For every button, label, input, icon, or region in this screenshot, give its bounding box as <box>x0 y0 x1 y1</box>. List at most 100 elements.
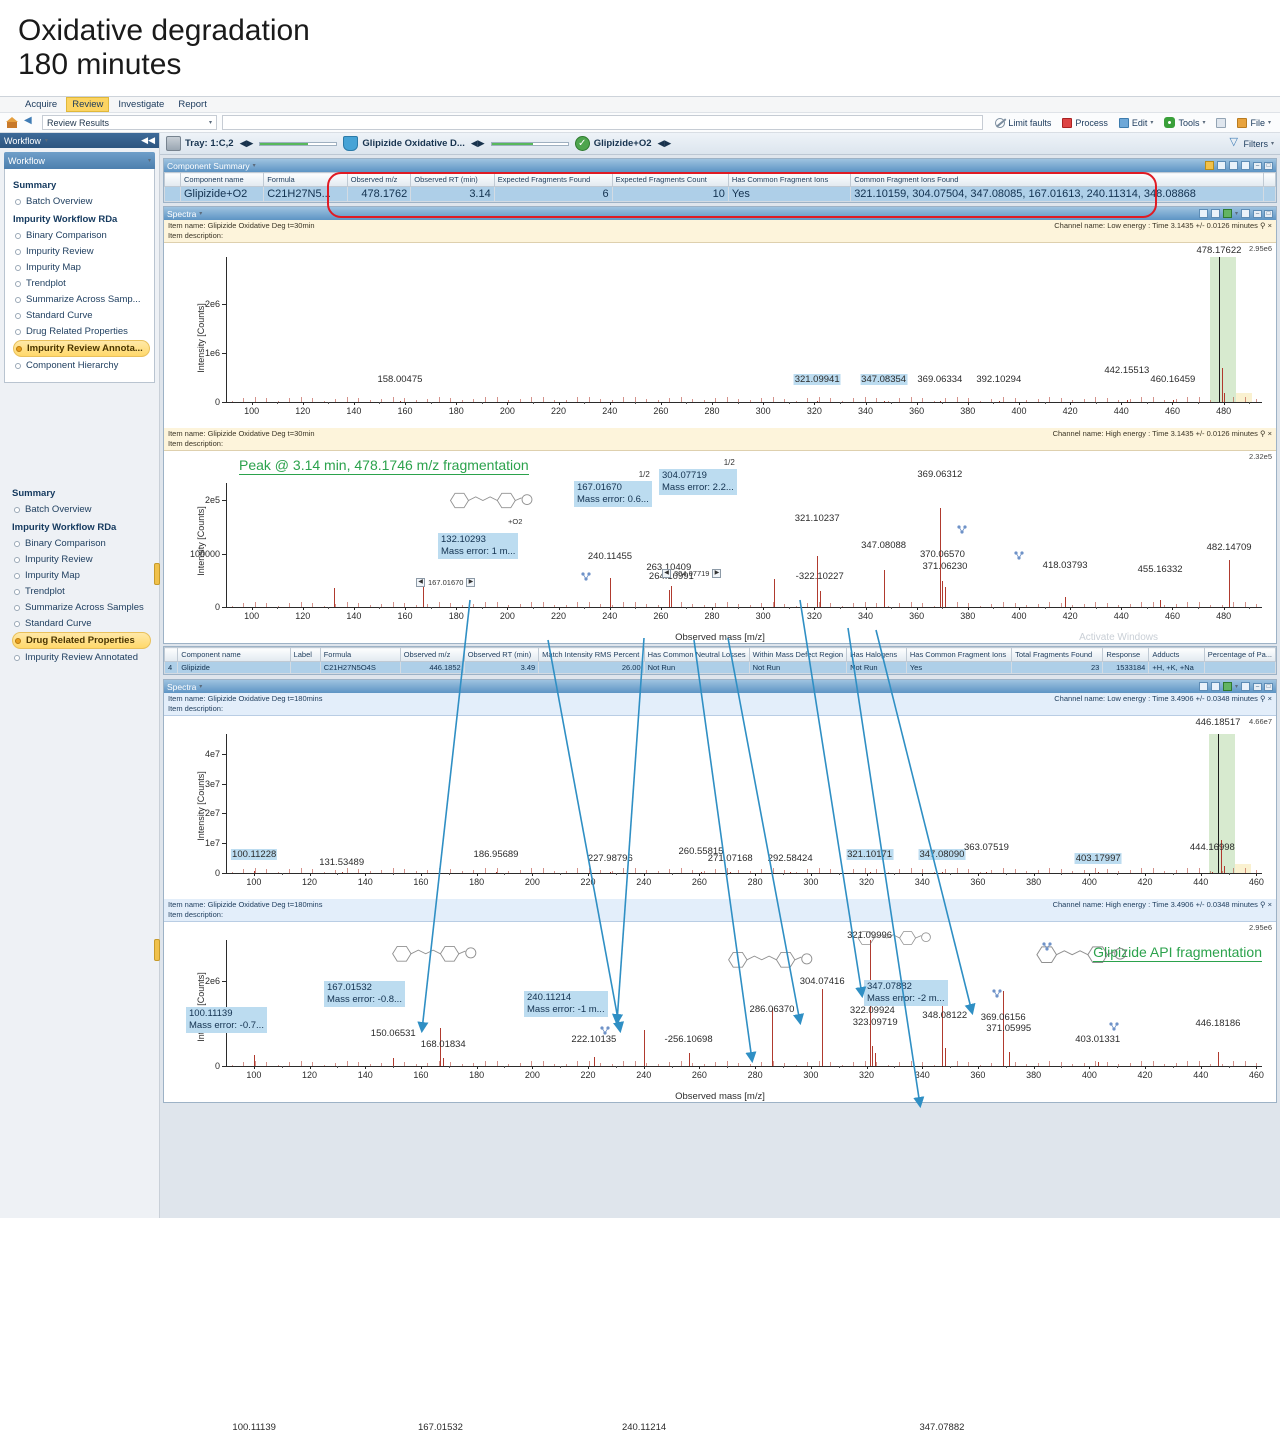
spectrum-peak[interactable] <box>254 870 256 873</box>
spectrum-peak[interactable] <box>998 400 1000 402</box>
chevron-down-icon[interactable]: ▾ <box>199 683 202 690</box>
close-icon[interactable]: × <box>1268 900 1272 909</box>
spectrum-chart-low-energy-180min[interactable]: 4.66e7 Intensity [Counts] 0 1e7 2e7 3e7 4e7 1… <box>164 716 1276 899</box>
copy-button[interactable] <box>1213 117 1229 128</box>
spectrum-peak[interactable] <box>1224 393 1226 402</box>
sidebar2-item-summarize-across-samples[interactable]: Summarize Across Samples <box>12 600 151 615</box>
sidebar2-item-impurity-review-annotated[interactable]: Impurity Review Annotated <box>12 650 151 665</box>
sidebar-item-binary-comparison[interactable]: Binary Comparison <box>13 228 150 243</box>
spectrum-peak[interactable] <box>1218 257 1221 402</box>
spectrum-peak[interactable] <box>822 989 824 1066</box>
col2-percentage[interactable]: Percentage of Pa... <box>1203 647 1277 662</box>
grid-icon[interactable] <box>1229 161 1238 170</box>
close-icon[interactable]: × <box>1268 429 1272 438</box>
info-icon[interactable] <box>1205 161 1214 170</box>
export-icon[interactable] <box>1198 209 1208 218</box>
col2-match-intensity-rms[interactable]: Match Intensity RMS Percent <box>538 647 645 662</box>
table-icon[interactable] <box>1210 682 1220 691</box>
sidebar-item-summarize-across-samples[interactable]: Summarize Across Samp... <box>13 292 150 307</box>
sidebar2-item-batch-overview[interactable]: Batch Overview <box>12 502 151 517</box>
fragment-nav-chip[interactable]: ◀ 304.07719 ▶ <box>662 569 722 578</box>
fragment-annotation-box[interactable]: 347.07882 Mass error: -2 m... <box>864 980 948 1006</box>
spectrum-peak[interactable] <box>1098 871 1100 873</box>
chevron-down-icon[interactable]: ▾ <box>45 137 48 144</box>
spectrum-chart-high-energy-180min[interactable]: 2.95e6 Intensity [Counts] Observed mass … <box>164 922 1276 1433</box>
limit-faults-button[interactable]: Limit faults <box>992 117 1054 128</box>
maximize-icon[interactable]: □ <box>1264 161 1273 170</box>
tray-nav-arrows[interactable]: ◀▶ <box>240 138 254 149</box>
sidebar-item-drug-related-properties[interactable]: Drug Related Properties <box>13 324 150 339</box>
spectrum-peak[interactable] <box>986 871 988 873</box>
row-selector-cell[interactable] <box>164 186 181 202</box>
col-expected-fragments-found[interactable]: Expected Fragments Found <box>493 172 613 187</box>
spectrum-peak[interactable] <box>944 1048 946 1066</box>
spectrum-peak[interactable] <box>817 400 819 402</box>
table-row[interactable]: Glipizide+O2 C21H27N5... 478.1762 3.14 6… <box>164 186 1276 202</box>
spectrum-peak[interactable] <box>1126 400 1128 402</box>
spectrum-peak[interactable] <box>393 1058 395 1066</box>
next-icon[interactable]: ▶ <box>664 138 671 148</box>
col-component-name[interactable]: Component name <box>179 172 265 187</box>
col2-has-common-fragment-ions[interactable]: Has Common Fragment Ions <box>905 647 1013 662</box>
chevron-down-icon[interactable]: ▾ <box>1268 119 1271 126</box>
move-icon[interactable] <box>1241 209 1250 218</box>
menu-item-report[interactable]: Report <box>173 98 212 111</box>
spectrum-peak[interactable] <box>609 577 611 607</box>
col-common-fragment-ions-found[interactable]: Common Fragment Ions Found <box>850 172 1264 187</box>
sidebar2-item-impurity-map[interactable]: Impurity Map <box>12 568 151 583</box>
annotate-icon[interactable] <box>1222 209 1232 218</box>
fragment-annotation-box[interactable]: 167.01532 Mass error: -0.8... <box>324 981 405 1007</box>
row-selector-header[interactable] <box>163 647 179 662</box>
spectrum-peak[interactable] <box>700 871 702 873</box>
path-field[interactable] <box>222 115 984 130</box>
col2-has-common-neutral-losses[interactable]: Has Common Neutral Losses <box>643 647 750 662</box>
spectrum-peak[interactable] <box>333 588 335 607</box>
table-row[interactable]: 4 Glipizide C21H27N5O4S 446.1852 3.49 26… <box>163 661 1277 674</box>
sidebar2-item-binary-comparison[interactable]: Binary Comparison <box>12 536 151 551</box>
menu-item-investigate[interactable]: Investigate <box>113 98 169 111</box>
fragment-nav-chip[interactable]: ◀ 167.01670 ▶ <box>416 578 476 587</box>
spectrum-peak[interactable] <box>399 400 401 402</box>
spectrum-peak[interactable] <box>671 585 673 607</box>
sample-selector[interactable]: Glipizide Oxidative D... <box>343 136 465 151</box>
spectrum-peak[interactable] <box>1221 367 1223 402</box>
breadcrumb[interactable]: Review Results ▾ <box>42 115 217 130</box>
fragment-annotation-box[interactable]: 100.11139 Mass error: -0.7... <box>186 1007 267 1033</box>
prev-icon[interactable]: ◀ <box>240 138 247 148</box>
col-observed-mz[interactable]: Observed m/z <box>346 172 412 187</box>
spectrum-peak[interactable] <box>254 1054 256 1066</box>
menu-item-review[interactable]: Review <box>66 97 110 112</box>
spectrum-chart-low-energy-30min[interactable]: 2.95e6 Intensity [Counts] 0 1e6 2e6 100 120 1… <box>164 243 1276 428</box>
tray-selector[interactable]: Tray: 1:C,2 <box>166 136 234 151</box>
next-icon[interactable]: ▶ <box>478 138 485 148</box>
chevron-down-icon[interactable]: ▾ <box>253 162 256 169</box>
pin-icon[interactable]: ⚲ <box>1260 429 1268 438</box>
close-icon[interactable]: × <box>1268 221 1272 230</box>
col-expected-fragments-count[interactable]: Expected Fragments Count <box>611 172 729 187</box>
sidebar2-item-drug-related-properties[interactable]: Drug Related Properties <box>12 632 151 649</box>
sidebar-item-trendplot[interactable]: Trendplot <box>13 276 150 291</box>
next-icon[interactable]: ▶ <box>466 578 476 587</box>
minimize-icon[interactable]: – <box>1253 682 1262 691</box>
scroll-header[interactable] <box>1263 172 1276 187</box>
fragment-annotation-box[interactable]: 167.01670 Mass error: 0.6... 1/2 <box>574 470 652 507</box>
spectrum-peak[interactable] <box>869 871 871 873</box>
copy-icon[interactable] <box>1241 161 1250 170</box>
file-button[interactable]: File ▾ <box>1234 117 1274 128</box>
back-icon[interactable] <box>24 115 37 129</box>
spectrum-peak[interactable] <box>872 1046 874 1066</box>
menu-item-acquire[interactable]: Acquire <box>20 98 62 111</box>
spectrum-peak[interactable] <box>496 871 498 873</box>
component-selector[interactable]: ✓ Glipizide+O2 <box>574 136 652 151</box>
sidebar-item-batch-overview[interactable]: Batch Overview <box>13 194 150 209</box>
export-icon[interactable] <box>1198 682 1208 691</box>
sidebar-item-impurity-review[interactable]: Impurity Review <box>13 244 150 259</box>
move-icon[interactable] <box>1241 682 1250 691</box>
chevron-down-icon[interactable]: ▾ <box>1235 210 1238 217</box>
col2-observed-rt[interactable]: Observed RT (min) <box>463 647 540 662</box>
spectrum-peak[interactable] <box>1160 599 1162 607</box>
maximize-icon[interactable]: □ <box>1264 209 1273 218</box>
component-nav-arrows[interactable]: ◀▶ <box>658 138 672 149</box>
spectrum-peak[interactable] <box>1229 559 1231 607</box>
spectrum-peak[interactable] <box>944 586 946 607</box>
